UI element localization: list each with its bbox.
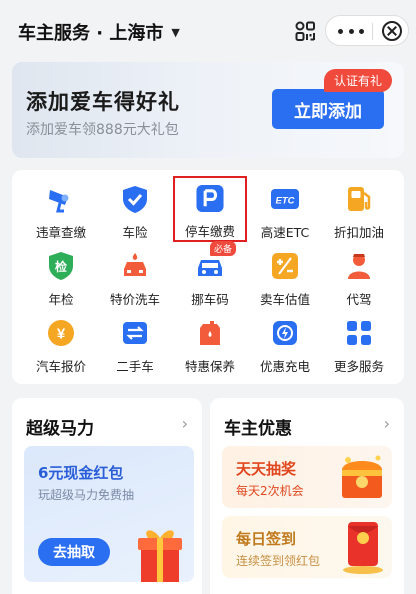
promo-title: 6元现金红包 (38, 464, 124, 482)
close-icon[interactable] (382, 21, 402, 41)
oil-can-icon (200, 321, 220, 345)
service-label: 优惠充电 (259, 359, 310, 374)
charging-icon (273, 321, 297, 345)
chevron-right-icon[interactable]: › (182, 414, 188, 433)
service-used-car[interactable]: 二手车 (98, 312, 172, 376)
service-label: 汽车报价 (35, 359, 86, 374)
top-bar: 车主服务 · 上海市 ▼ (0, 0, 416, 60)
chevron-right-icon[interactable]: › (384, 414, 390, 433)
page-title-text: 车主服务 · 上海市 (18, 23, 164, 44)
service-maintenance[interactable]: 特惠保养 (173, 312, 247, 376)
service-chauffeur[interactable]: 代驾 (322, 245, 396, 309)
owner-deals-card: 车主优惠 › 天天抽奖 每天2次机会 每日签到 连续签到领红包 (210, 398, 404, 594)
svg-text:¥: ¥ (57, 326, 66, 343)
inspection-badge-icon: 检 (49, 252, 73, 280)
service-inspection[interactable]: 检 年检 (24, 245, 98, 309)
cash-redpack-promo[interactable]: 6元现金红包 玩超级马力免费抽 去抽取 (24, 446, 194, 582)
daily-checkin-promo[interactable]: 每日签到 连续签到领红包 (222, 516, 392, 578)
chauffeur-icon (348, 254, 370, 279)
service-fuel[interactable]: 折扣加油 (322, 178, 396, 242)
service-parking[interactable]: 停车缴费 (173, 176, 247, 242)
yuan-tag-icon: ¥ (48, 320, 74, 346)
service-move-car-code[interactable]: 必备 挪车码 (173, 241, 247, 309)
gift-box-icon (138, 530, 182, 582)
service-car-wash[interactable]: 特价洗车 (98, 245, 172, 309)
service-label: 折扣加油 (333, 225, 384, 240)
treasure-chest-icon (342, 455, 382, 498)
svg-text:ETC: ETC (276, 196, 295, 207)
super-mario-card: 超级马力 › 6元现金红包 玩超级马力免费抽 去抽取 (12, 398, 202, 594)
service-label: 停车缴费 (184, 224, 235, 239)
service-etc[interactable]: ETC 高速ETC (248, 178, 322, 242)
service-more[interactable]: 更多服务 (322, 312, 396, 376)
service-label: 二手车 (116, 359, 154, 374)
valuation-icon (272, 253, 298, 279)
promo-subtitle: 玩超级马力免费抽 (38, 488, 135, 502)
page-title[interactable]: 车主服务 · 上海市 ▼ (18, 19, 180, 45)
capsule-divider (372, 23, 373, 40)
daily-lottery-promo[interactable]: 天天抽奖 每天2次机会 (222, 446, 392, 508)
must-have-badge: 必备 (210, 241, 237, 256)
gas-pump-icon (348, 187, 371, 211)
draw-button[interactable]: 去抽取 (38, 538, 110, 566)
scan-icon[interactable] (294, 20, 316, 42)
add-car-button[interactable]: 立即添加 (272, 89, 384, 129)
service-label: 车险 (122, 225, 148, 240)
grid-more-icon (347, 321, 371, 345)
service-label: 特价洗车 (109, 292, 160, 307)
service-violation[interactable]: 违章查缴 (24, 178, 98, 242)
certified-gift-badge: 认证有礼 (324, 69, 393, 92)
service-charging[interactable]: 优惠充电 (248, 312, 322, 376)
more-icon[interactable] (338, 22, 364, 40)
svg-text:检: 检 (55, 259, 67, 274)
parking-icon (196, 184, 224, 213)
service-label: 挪车码 (191, 292, 229, 307)
shield-check-icon (123, 186, 147, 213)
service-insurance[interactable]: 车险 (98, 178, 172, 242)
promo-title: 天天抽奖 (236, 460, 297, 478)
etc-icon: ETC (271, 189, 299, 209)
card-title[interactable]: 车主优惠 (224, 414, 292, 439)
service-car-price[interactable]: ¥ 汽车报价 (24, 312, 98, 376)
service-label: 更多服务 (333, 359, 384, 374)
service-valuation[interactable]: 卖车估值 (248, 245, 322, 309)
add-car-banner[interactable]: 添加爱车得好礼 添加爱车领888元大礼包 立即添加 认证有礼 (12, 62, 404, 158)
card-title[interactable]: 超级马力 (26, 414, 94, 439)
promo-title: 每日签到 (236, 530, 297, 548)
city-dropdown-icon[interactable]: ▼ (171, 26, 179, 39)
services-grid: 违章查缴 车险 停车缴费 ETC 高速ETC 折扣加油 检 年检 特价洗车 必备… (12, 170, 404, 384)
red-envelope-icon (343, 522, 383, 574)
banner-subtitle: 添加爱车领888元大礼包 (26, 122, 179, 138)
service-label: 年检 (48, 292, 74, 307)
promo-subtitle: 连续签到领红包 (236, 554, 321, 568)
car-wash-icon (124, 253, 146, 276)
used-car-icon (123, 322, 147, 344)
camera-icon (49, 190, 69, 213)
banner-title: 添加爱车得好礼 (26, 90, 180, 114)
service-label: 代驾 (346, 292, 372, 307)
promo-subtitle: 每天2次机会 (236, 484, 304, 498)
service-label: 高速ETC (260, 225, 310, 240)
service-label: 特惠保养 (184, 359, 235, 374)
service-label: 违章查缴 (35, 225, 86, 240)
service-label: 卖车估值 (259, 292, 310, 307)
mini-program-capsule (325, 15, 409, 46)
